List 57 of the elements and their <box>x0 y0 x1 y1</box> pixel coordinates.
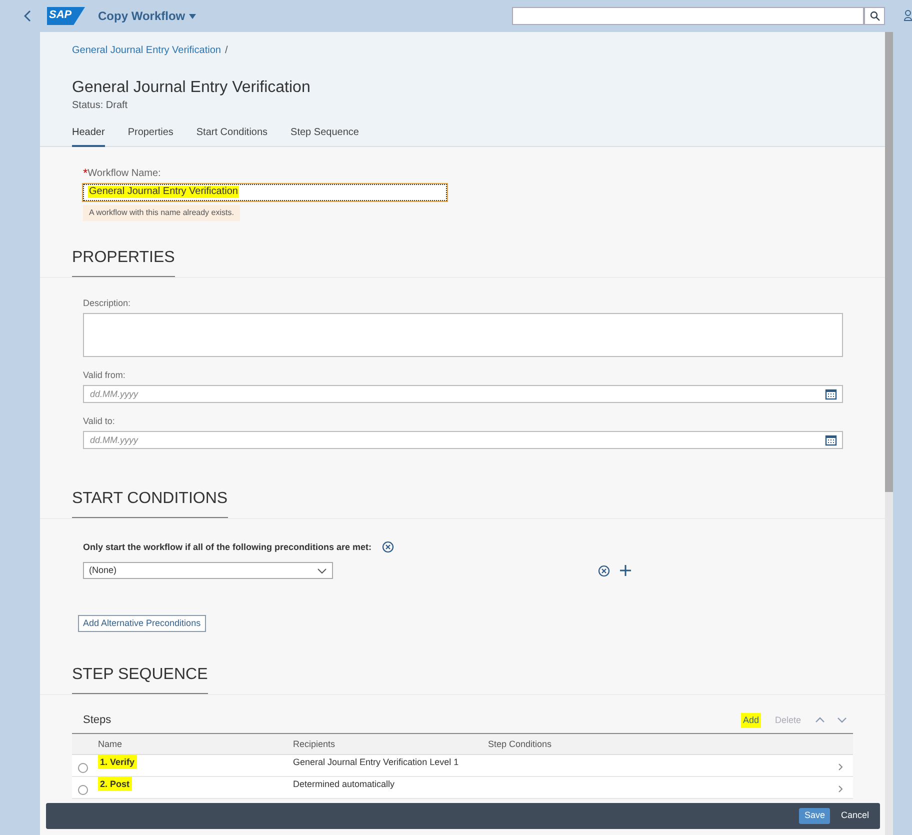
section-heading: START CONDITIONS <box>72 490 228 508</box>
workflow-name-field[interactable]: General Journal Entry Verification <box>83 184 447 200</box>
required-mark: * <box>83 168 88 180</box>
radio-button[interactable] <box>78 785 88 796</box>
tab[interactable]: Header <box>72 127 105 146</box>
chevron-right-icon[interactable] <box>838 785 843 794</box>
logo[interactable]: SAP <box>47 7 85 25</box>
tab[interactable]: Properties <box>128 127 174 146</box>
table-cell: General Journal Entry Verification Level 1 <box>293 757 459 769</box>
remove-icon[interactable] <box>382 541 394 554</box>
precondition-select[interactable]: (None) <box>83 562 333 580</box>
table-title: Steps <box>83 714 112 728</box>
table-row[interactable]: 1. Verify General Journal Entry Verification Level 1 <box>72 755 853 778</box>
section-heading: PROPERTIES <box>72 248 175 266</box>
caret-icon <box>189 14 196 18</box>
tab[interactable]: Step Sequence <box>290 127 359 146</box>
column-header: Recipients <box>293 738 336 750</box>
remove-icon[interactable] <box>598 564 610 577</box>
status-text: Status: Draft <box>72 100 129 112</box>
field-label: Valid from: <box>83 370 126 381</box>
field-label: Workflow Name: <box>88 168 161 180</box>
breadcrumb-link[interactable]: General Journal Entry Verification <box>72 45 221 56</box>
field-label: Valid to: <box>83 416 116 428</box>
move-up-icon[interactable] <box>815 717 825 724</box>
back-icon[interactable] <box>24 10 32 22</box>
app-title-menu[interactable]: Copy Workflow <box>98 8 196 24</box>
table-cell-text: 1. Verify <box>98 757 138 769</box>
page-title: General Journal Entry Verification <box>72 78 312 98</box>
move-down-icon[interactable] <box>837 717 847 724</box>
date-field[interactable]: dd.MM.yyyy <box>83 431 843 450</box>
search-icon <box>870 11 880 21</box>
cancel-button[interactable]: Cancel <box>838 808 872 824</box>
column-header: Step Conditions <box>488 738 552 750</box>
search-field[interactable] <box>512 7 864 25</box>
chevron-down-icon <box>317 568 327 574</box>
error-message: A workflow with this name already exists. <box>83 204 240 220</box>
user-icon[interactable] <box>904 10 912 21</box>
calendar-icon[interactable] <box>825 388 837 400</box>
scrollbar-thumb[interactable] <box>885 32 893 492</box>
calendar-icon[interactable] <box>825 434 837 446</box>
section-heading: STEP SEQUENCE <box>72 666 208 684</box>
chevron-right-icon[interactable] <box>838 763 843 772</box>
tab[interactable]: Start Conditions <box>196 127 268 146</box>
precondition-intro: Only start the workflow if all of the following preconditions are met: <box>83 542 372 553</box>
table-cell-text: 2. Post <box>98 779 133 791</box>
field-label: Description: <box>83 298 132 309</box>
breadcrumb-separator: / <box>224 45 228 56</box>
column-header: Name <box>98 738 124 750</box>
add-icon[interactable] <box>620 565 631 576</box>
add-alternative-button[interactable]: Add Alternative Preconditions <box>78 615 206 632</box>
toolbar-button[interactable]: Add <box>740 712 761 728</box>
search-button[interactable] <box>864 7 885 25</box>
radio-button[interactable] <box>78 763 88 774</box>
table-row[interactable]: 2. Post Determined automatically <box>72 777 853 800</box>
date-field[interactable]: dd.MM.yyyy <box>83 385 843 403</box>
table-cell: Determined automatically <box>293 779 395 791</box>
description-field[interactable] <box>83 312 843 357</box>
